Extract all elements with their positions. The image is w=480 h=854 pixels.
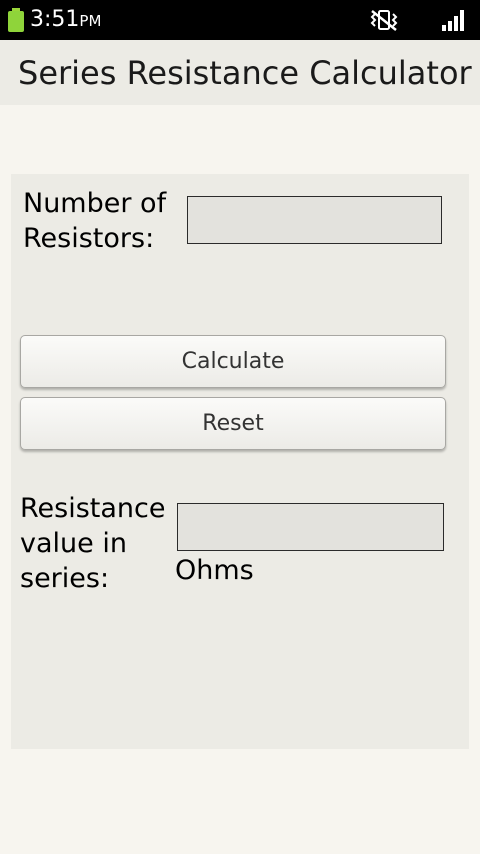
signal-icon bbox=[442, 10, 464, 31]
clock-time: 3:51 bbox=[30, 7, 80, 32]
status-clock: 3:51PM bbox=[30, 6, 101, 35]
resistance-value-field[interactable] bbox=[177, 503, 444, 551]
vibrate-icon bbox=[370, 10, 398, 31]
resistance-value-label: Resistance value in series: bbox=[20, 493, 166, 594]
title-bar: Series Resistance Calculator bbox=[0, 40, 480, 105]
number-of-resistors-label: Number of Resistors: bbox=[23, 188, 167, 254]
app-title: Series Resistance Calculator bbox=[18, 54, 472, 92]
status-bar: 3:51PM bbox=[0, 0, 480, 40]
clock-ampm: PM bbox=[79, 12, 102, 30]
ohms-unit-label: Ohms bbox=[175, 555, 254, 586]
battery-level bbox=[8, 11, 24, 32]
reset-button[interactable]: Reset bbox=[20, 397, 446, 450]
battery-icon bbox=[8, 8, 24, 32]
number-of-resistors-input[interactable] bbox=[187, 196, 442, 244]
calculator-panel: Number of Resistors: Calculate Reset Res… bbox=[11, 174, 469, 749]
calculate-button[interactable]: Calculate bbox=[20, 335, 446, 388]
